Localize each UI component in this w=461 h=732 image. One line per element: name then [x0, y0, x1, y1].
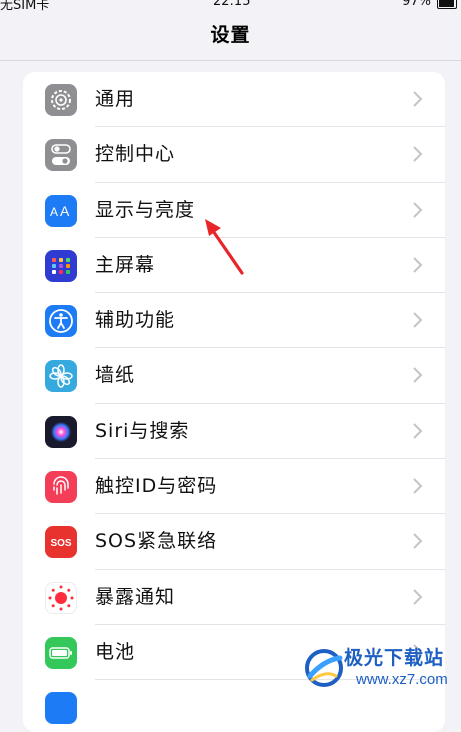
chevron-right-icon — [413, 257, 423, 273]
svg-text:SOS: SOS — [50, 538, 71, 549]
status-bar: 无SIM卡 22:15 97% — [0, 0, 461, 12]
svg-text:A: A — [60, 203, 70, 219]
battery-icon — [45, 636, 77, 669]
svg-text:A: A — [50, 205, 58, 219]
exposure-icon — [45, 581, 77, 614]
settings-row-label: 显示与亮度 — [95, 198, 196, 221]
text-size-icon: AA — [45, 194, 77, 227]
settings-row-label: SOS紧急联络 — [95, 530, 218, 553]
chevron-right-icon — [413, 201, 423, 218]
settings-row-label: 墙纸 — [95, 364, 136, 387]
settings-list: 通用 控制中心 AA 显示与亮度 主屏幕 辅助功能 墙纸 Siri与搜索 触控I… — [23, 72, 445, 732]
settings-row-home-screen[interactable]: 主屏幕 — [23, 238, 445, 294]
chevron-right-icon — [413, 146, 423, 163]
settings-row-display-brightness[interactable]: AA 显示与亮度 — [23, 183, 445, 238]
chevron-right-icon — [413, 478, 423, 494]
toggles-icon — [45, 139, 77, 172]
header-divider — [0, 60, 461, 61]
settings-row-label: 电池 — [95, 640, 136, 663]
privacy-icon — [45, 692, 77, 725]
settings-row-accessibility[interactable]: 辅助功能 — [23, 293, 445, 349]
chevron-right-icon — [413, 588, 423, 605]
settings-row-siri-search[interactable]: Siri与搜索 — [23, 404, 445, 460]
settings-row-general[interactable]: 通用 — [23, 72, 445, 128]
chevron-right-icon — [413, 367, 423, 384]
sos-icon: SOS — [45, 526, 77, 559]
watermark-url: www.xz7.com — [356, 671, 448, 688]
battery-percent: 97% — [402, 0, 431, 9]
app-grid-icon — [45, 249, 77, 282]
settings-row-wallpaper[interactable]: 墙纸 — [23, 348, 445, 404]
chevron-right-icon — [413, 91, 423, 107]
watermark-logo-icon — [305, 649, 343, 687]
battery-status: 97% — [402, 0, 457, 9]
battery-icon — [437, 0, 457, 9]
clock: 22:15 — [213, 0, 251, 9]
settings-row-label: 主屏幕 — [95, 253, 156, 276]
siri-icon — [45, 415, 77, 448]
flower-icon — [45, 360, 77, 393]
settings-row-label: 暴露通知 — [95, 585, 176, 608]
settings-row-label: 触控ID与密码 — [95, 475, 218, 498]
accessibility-icon — [45, 305, 77, 338]
gear-icon — [45, 84, 77, 116]
fingerprint-icon — [45, 471, 77, 504]
chevron-right-icon — [413, 423, 423, 439]
settings-row-exposure-notifications[interactable]: 暴露通知 — [23, 570, 445, 625]
watermark: 极光下载站 www.xz7.com — [300, 640, 461, 696]
settings-row-control-center[interactable]: 控制中心 — [23, 127, 445, 183]
settings-row-touch-id-passcode[interactable]: 触控ID与密码 — [23, 459, 445, 515]
chevron-right-icon — [413, 312, 423, 328]
watermark-text: 极光下载站 — [344, 647, 445, 669]
settings-row-emergency-sos[interactable]: SOS SOS紧急联络 — [23, 514, 445, 570]
settings-row-label: 控制中心 — [95, 143, 176, 166]
carrier-label: 无SIM卡 — [0, 0, 50, 12]
settings-row-label: Siri与搜索 — [95, 419, 190, 442]
settings-row-label: 辅助功能 — [95, 309, 176, 332]
settings-row-label: 通用 — [95, 88, 136, 110]
page-title: 设置 — [210, 24, 251, 46]
chevron-right-icon — [413, 533, 423, 550]
